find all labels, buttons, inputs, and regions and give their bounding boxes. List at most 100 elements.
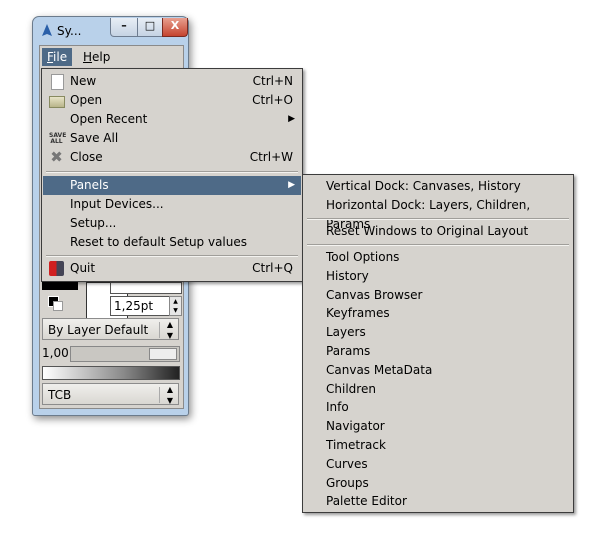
app-icon: [42, 24, 52, 36]
menu-bar: File Help: [40, 46, 183, 68]
menu-item-label: Save All: [70, 131, 119, 145]
menu-item-open-recent[interactable]: Open Recent ▶: [43, 110, 301, 129]
menu-item-panel[interactable]: Info: [304, 398, 572, 417]
menu-item-panel[interactable]: Curves: [304, 455, 572, 474]
menu-help-rest: elp: [92, 50, 111, 64]
menu-separator: [46, 255, 298, 257]
menu-item-setup[interactable]: Setup...: [43, 214, 301, 233]
interpolation-value: TCB: [48, 388, 72, 402]
combo-separator: [159, 322, 160, 338]
gradient-preview[interactable]: [42, 366, 180, 380]
menu-item-new[interactable]: New Ctrl+N: [43, 72, 301, 91]
menu-item-label: Panels: [70, 178, 109, 192]
minimize-icon: –: [121, 19, 127, 32]
updown-arrows-icon: ▲ ▼: [166, 385, 173, 405]
menu-item-panel[interactable]: Groups: [304, 474, 572, 493]
width-spin-field[interactable]: 1,25pt: [110, 296, 171, 316]
menu-file[interactable]: File: [42, 48, 73, 66]
width-spin-arrows[interactable]: ▲ ▼: [169, 296, 182, 316]
default-colors-swatch-back[interactable]: [53, 301, 63, 311]
menu-item-accel: Ctrl+Q: [252, 261, 293, 275]
menu-item-label: Palette Editor: [326, 494, 407, 509]
menu-item-input-devices[interactable]: Input Devices...: [43, 195, 301, 214]
menu-item-label: Layers: [326, 325, 366, 340]
outline-color-widget[interactable]: [42, 282, 78, 290]
menu-item-label: Canvas MetaData: [326, 362, 433, 377]
menu-item-reset-setup[interactable]: Reset to default Setup values: [43, 233, 301, 252]
menu-item-panel[interactable]: Keyframes: [304, 304, 572, 323]
menu-item-panel[interactable]: Canvas MetaData: [304, 361, 572, 380]
quit-icon: [49, 261, 64, 276]
menu-item-accel: Ctrl+N: [252, 74, 293, 88]
menu-item-accel: Ctrl+O: [252, 93, 293, 107]
menu-item-label: Reset Windows to Original Layout: [326, 224, 529, 238]
menu-item-label: Canvas Browser: [326, 287, 423, 302]
menu-separator: [307, 218, 569, 220]
close-window-button[interactable]: X: [162, 18, 188, 37]
menu-item-label: Tool Options: [326, 250, 400, 264]
close-icon: X: [170, 19, 180, 32]
menu-item-panel[interactable]: Canvas Browser: [304, 286, 572, 305]
menu-item-horizontal-dock[interactable]: Horizontal Dock: Layers, Children, Param…: [304, 196, 572, 231]
menu-item-save-all[interactable]: SAVE ALL Save All: [43, 129, 301, 148]
menu-separator: [46, 171, 298, 173]
menu-item-panel[interactable]: Params: [304, 342, 572, 361]
menu-item-label: Close: [70, 150, 103, 164]
menu-item-label: Params: [326, 344, 371, 358]
submenu-arrow-icon: ▶: [288, 180, 295, 190]
minimize-button[interactable]: –: [110, 18, 138, 37]
menu-item-label: Timetrack: [326, 438, 386, 452]
submenu-arrow-icon: ▶: [288, 114, 295, 124]
menu-item-close[interactable]: ✖ Close Ctrl+W: [43, 148, 301, 167]
menu-item-label: Reset to default Setup values: [70, 235, 248, 249]
menu-item-panel[interactable]: Children: [304, 380, 572, 399]
new-document-icon: [51, 74, 64, 90]
title-bar[interactable]: Sy... – □ X: [33, 17, 188, 43]
maximize-button[interactable]: □: [137, 18, 163, 37]
menu-item-label: Navigator: [326, 419, 385, 434]
blend-method-value: By Layer Default: [48, 323, 149, 337]
menu-item-panel[interactable]: Palette Editor: [304, 492, 572, 511]
updown-arrows-icon: ▲ ▼: [166, 320, 173, 340]
menu-item-label: Open Recent: [70, 112, 148, 126]
menu-item-reset-windows[interactable]: Reset Windows to Original Layout: [304, 222, 572, 241]
save-all-icon: SAVE ALL: [49, 132, 67, 145]
combo-separator: [159, 387, 160, 403]
menu-item-label: Input Devices...: [70, 197, 164, 211]
menu-help[interactable]: Help: [78, 48, 115, 66]
window-title: Sy...: [57, 24, 82, 38]
menu-separator: [307, 244, 569, 246]
menu-item-panel[interactable]: Timetrack: [304, 436, 572, 455]
file-menu: New Ctrl+N Open Ctrl+O Open Recent ▶ SAV…: [41, 68, 303, 282]
interpolation-select[interactable]: TCB ▲ ▼: [42, 383, 179, 405]
blend-method-select[interactable]: By Layer Default ▲ ▼: [42, 318, 179, 340]
menu-item-label: Setup...: [70, 216, 117, 230]
menu-item-label: Curves: [326, 456, 368, 471]
folder-open-icon: [49, 96, 65, 108]
menu-item-vertical-dock[interactable]: Vertical Dock: Canvases, History: [304, 177, 572, 196]
close-x-icon: ✖: [50, 148, 63, 166]
opacity-slider-thumb[interactable]: [149, 348, 177, 360]
menu-item-panel[interactable]: Layers: [304, 323, 572, 342]
menu-item-panel[interactable]: Navigator: [304, 417, 572, 436]
opacity-value: 1,00: [42, 346, 69, 360]
menu-item-label: Quit: [70, 261, 96, 275]
menu-item-label: Children: [326, 381, 376, 396]
maximize-icon: □: [144, 19, 156, 32]
panels-submenu: Vertical Dock: Canvases, History Horizon…: [302, 174, 574, 513]
menu-item-label: Open: [70, 93, 103, 107]
menu-item-label: Info: [326, 400, 349, 415]
menu-help-mnemonic: H: [83, 50, 93, 64]
menu-item-label: New: [70, 74, 97, 88]
menu-item-quit[interactable]: Quit Ctrl+Q: [43, 259, 301, 278]
opacity-slider[interactable]: [70, 346, 180, 362]
menu-item-panel[interactable]: History: [304, 267, 572, 286]
menu-item-label: Keyframes: [326, 306, 390, 321]
menu-item-panel[interactable]: Tool Options: [304, 248, 572, 267]
menu-item-label: Vertical Dock: Canvases, History: [326, 179, 521, 193]
menu-item-panels[interactable]: Panels ▶: [43, 176, 301, 195]
menu-item-label: History: [326, 268, 369, 283]
menu-item-accel: Ctrl+W: [249, 150, 293, 164]
menu-item-label: Groups: [326, 475, 369, 490]
menu-item-open[interactable]: Open Ctrl+O: [43, 91, 301, 110]
